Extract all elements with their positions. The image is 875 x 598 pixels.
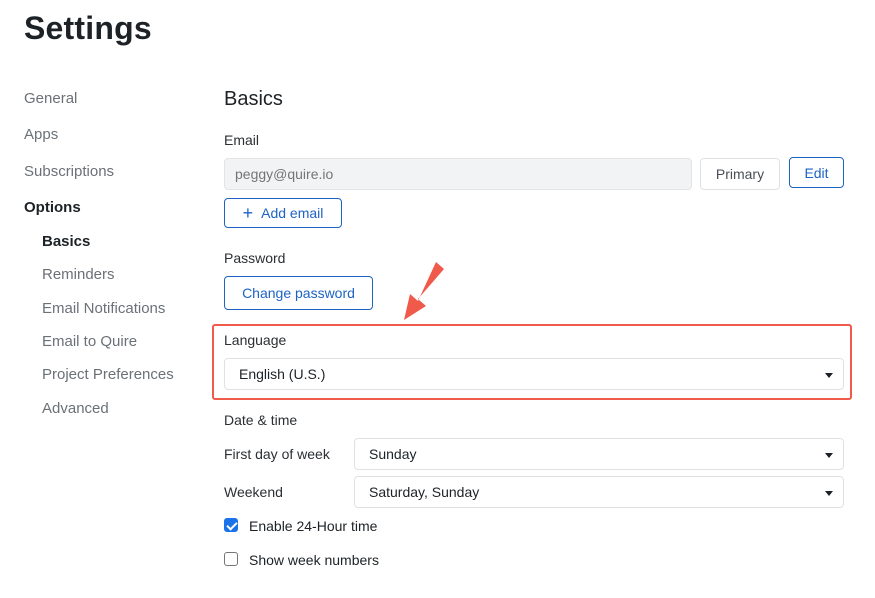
first-day-label: First day of week xyxy=(224,446,330,462)
sidebar-subitem-email-notifications[interactable]: Email Notifications xyxy=(42,300,165,317)
weekend-label: Weekend xyxy=(224,484,283,500)
primary-button[interactable]: Primary xyxy=(700,158,780,190)
sidebar-item-subscriptions[interactable]: Subscriptions xyxy=(24,163,114,180)
week-numbers-label[interactable]: Show week numbers xyxy=(249,552,379,568)
caret-down-icon xyxy=(825,491,833,496)
sidebar-subitem-reminders[interactable]: Reminders xyxy=(42,266,115,283)
language-select[interactable]: English (U.S.) xyxy=(224,358,844,390)
sidebar-subitem-email-to-quire[interactable]: Email to Quire xyxy=(42,333,137,350)
red-arrow-icon xyxy=(404,262,444,320)
add-email-label: Add email xyxy=(261,205,324,221)
week-numbers-checkbox[interactable] xyxy=(224,552,238,566)
first-day-value: Sunday xyxy=(369,446,417,462)
email-label: Email xyxy=(224,132,260,148)
section-title: Basics xyxy=(224,88,283,110)
language-label: Language xyxy=(224,332,287,348)
add-email-button[interactable]: + Add email xyxy=(224,198,342,228)
sidebar-item-apps[interactable]: Apps xyxy=(24,126,58,143)
email-field[interactable] xyxy=(224,158,692,190)
sidebar-item-options[interactable]: Options xyxy=(24,199,81,216)
sidebar-subitem-project-preferences[interactable]: Project Preferences xyxy=(42,366,174,383)
first-day-select[interactable]: Sunday xyxy=(354,438,844,470)
plus-icon: + xyxy=(242,203,254,223)
sidebar-item-general[interactable]: General xyxy=(24,90,77,107)
weekend-select[interactable]: Saturday, Sunday xyxy=(354,476,844,508)
date-time-label: Date & time xyxy=(224,412,298,428)
change-password-button[interactable]: Change password xyxy=(224,276,373,310)
weekend-value: Saturday, Sunday xyxy=(369,484,480,500)
sidebar-subitem-advanced[interactable]: Advanced xyxy=(42,400,109,417)
edit-email-button[interactable]: Edit xyxy=(789,157,844,188)
enable-24h-checkbox[interactable] xyxy=(224,518,238,532)
page-title: Settings xyxy=(24,10,152,46)
enable-24h-label[interactable]: Enable 24-Hour time xyxy=(249,518,377,534)
sidebar-subitem-basics[interactable]: Basics xyxy=(42,233,90,250)
password-label: Password xyxy=(224,250,286,266)
language-value: English (U.S.) xyxy=(239,366,326,382)
caret-down-icon xyxy=(825,373,833,378)
caret-down-icon xyxy=(825,453,833,458)
